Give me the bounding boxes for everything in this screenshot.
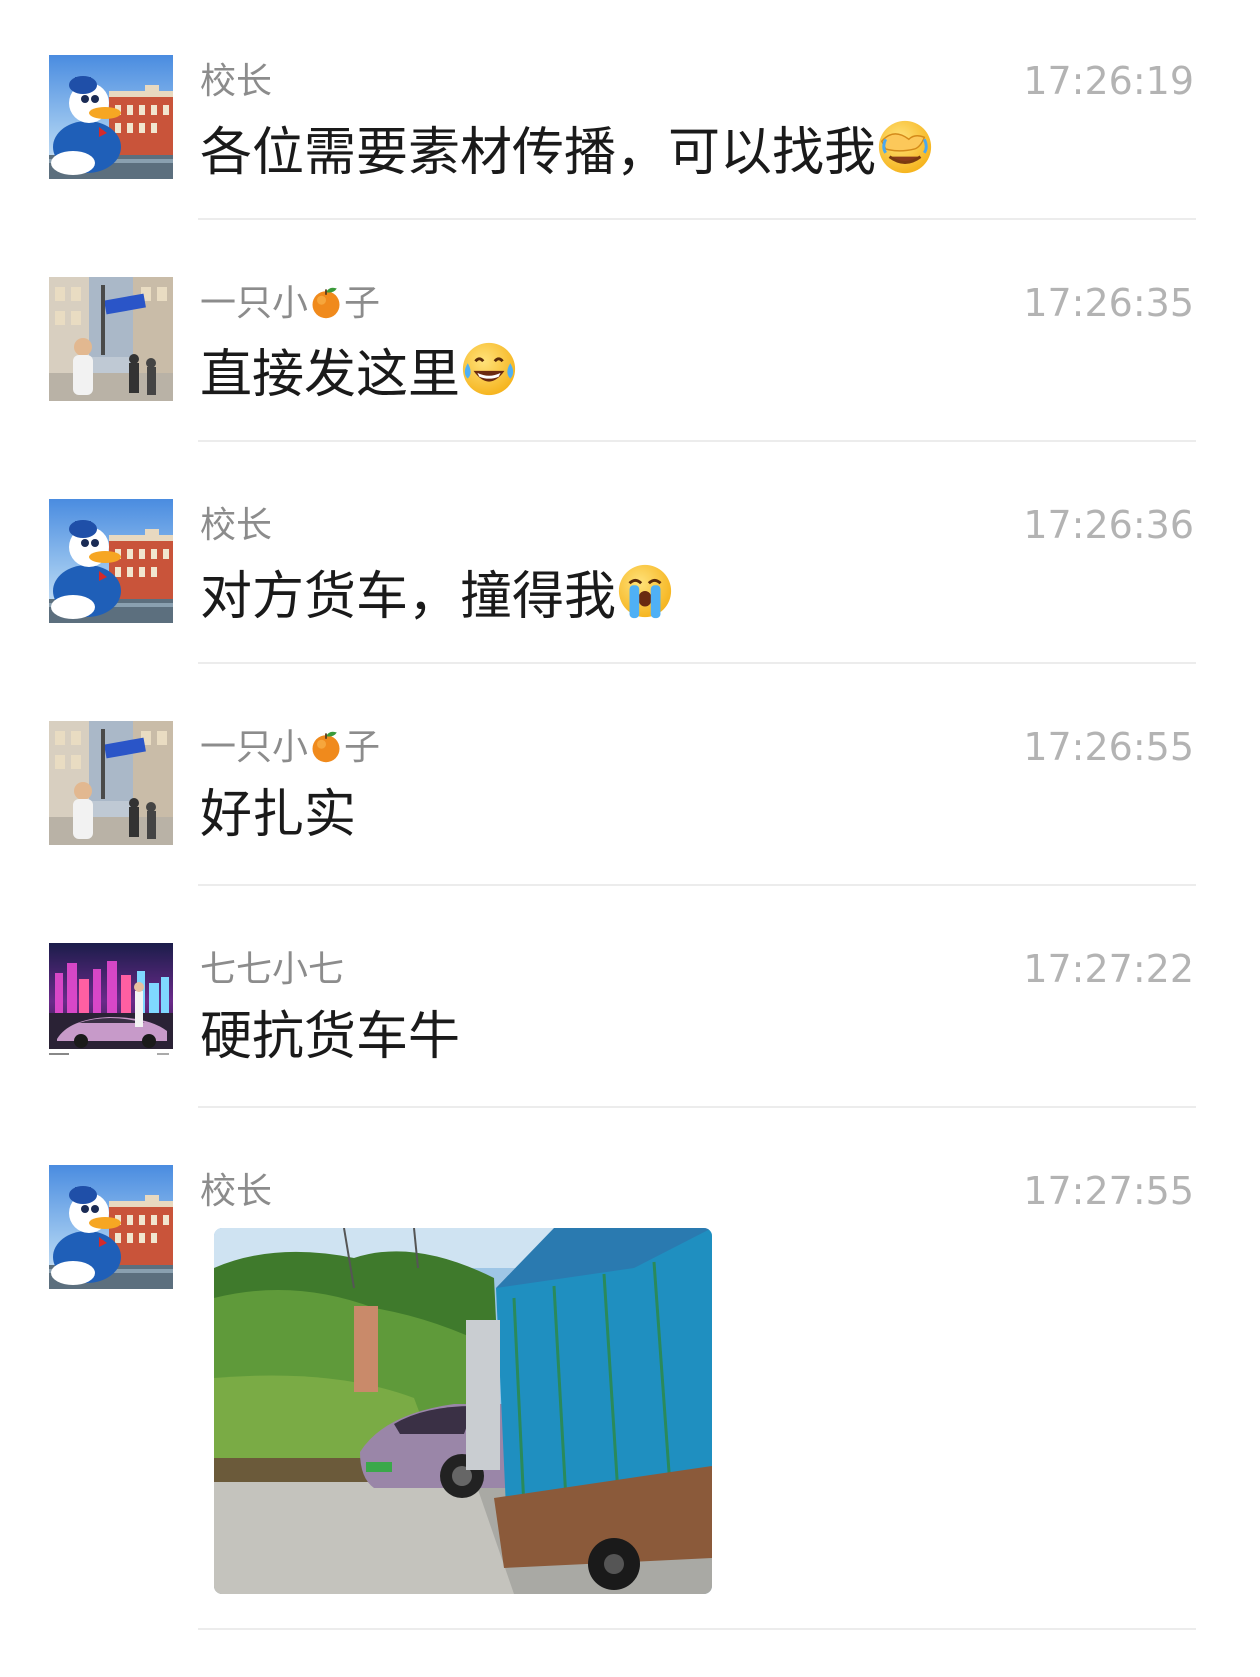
divider [198, 662, 1196, 664]
avatar[interactable] [49, 721, 173, 845]
message-text[interactable]: 硬抗货车牛 [200, 1006, 460, 1068]
truck-collision-photo[interactable] [214, 1228, 712, 1594]
message-time: 17:26:19 [1023, 59, 1194, 103]
message-text[interactable]: 直接发这里 [200, 340, 518, 406]
face-with-hand-over-eyes-emoji [876, 118, 934, 176]
sender-name: 七七小七 [200, 949, 345, 990]
sender-name-prefix: 一只小 [200, 727, 309, 768]
avatar[interactable] [49, 55, 173, 179]
loudly-crying-emoji [616, 562, 674, 620]
avatar[interactable] [49, 277, 173, 401]
sender-name: 校长 [200, 1171, 273, 1212]
message-time: 17:26:55 [1023, 725, 1194, 769]
sender-name-suffix: 子 [344, 727, 381, 768]
divider [198, 440, 1196, 442]
avatar[interactable] [49, 499, 173, 623]
tears-of-joy-emoji [460, 340, 518, 398]
sender-name: 一只小子 [200, 284, 380, 324]
sender-name: 校长 [200, 61, 273, 102]
message-text[interactable]: 各位需要素材传播，可以找我 [200, 118, 934, 184]
sender-name-suffix: 子 [344, 283, 381, 324]
orange-emoji [308, 728, 344, 764]
divider [198, 218, 1196, 220]
message-text-content: 对方货车，撞得我 [200, 567, 617, 627]
message-text[interactable]: 对方货车，撞得我 [200, 562, 674, 628]
orange-emoji [308, 284, 344, 320]
sender-name: 一只小子 [200, 728, 380, 768]
divider [198, 1106, 1196, 1108]
avatar[interactable] [49, 1165, 173, 1289]
message-text-content: 直接发这里 [200, 345, 461, 405]
message-time: 17:27:55 [1023, 1169, 1194, 1213]
divider [198, 1628, 1196, 1630]
sender-name: 校长 [200, 505, 273, 546]
sender-name-prefix: 一只小 [200, 283, 309, 324]
avatar[interactable] [49, 943, 173, 1067]
message-time: 17:26:36 [1023, 503, 1194, 547]
message-text-content: 各位需要素材传播，可以找我 [200, 123, 877, 183]
message-text[interactable]: 好扎实 [200, 784, 356, 846]
message-time: 17:26:35 [1023, 281, 1194, 325]
divider [198, 884, 1196, 886]
message-time: 17:27:22 [1023, 947, 1194, 991]
